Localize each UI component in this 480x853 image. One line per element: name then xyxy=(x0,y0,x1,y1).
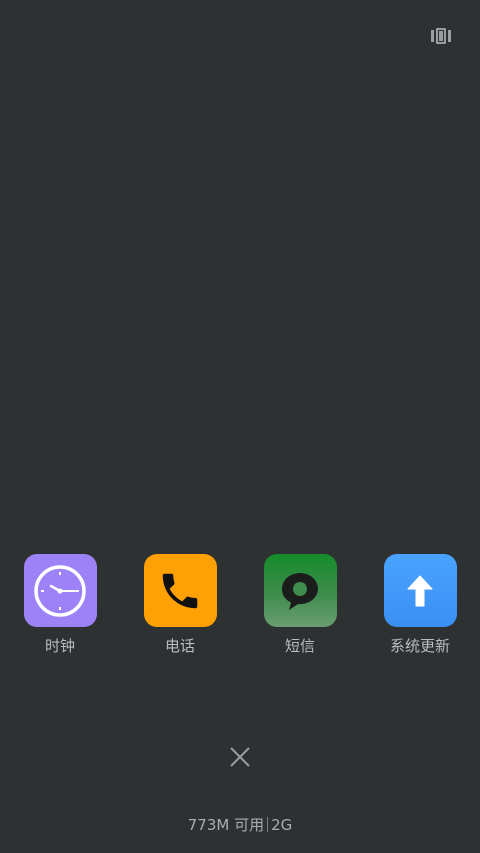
memory-total: 2G xyxy=(271,816,293,834)
task-manager-button[interactable] xyxy=(430,28,452,48)
app-phone[interactable]: 电话 xyxy=(120,554,240,664)
app-label: 电话 xyxy=(164,637,195,655)
status-divider xyxy=(267,817,269,832)
app-clock[interactable]: 时钟 xyxy=(0,554,120,664)
memory-status: 773M 可用 2G xyxy=(0,815,480,835)
app-label: 短信 xyxy=(284,637,315,655)
phone-icon xyxy=(143,554,217,627)
task-manager-icon xyxy=(431,28,451,48)
app-sms[interactable]: 短信 xyxy=(240,554,360,664)
up-arrow-icon xyxy=(383,554,457,627)
recent-apps-row: 时钟 电话 短信 系统更新 xyxy=(0,554,480,664)
clock-icon xyxy=(23,554,97,627)
app-label: 时钟 xyxy=(44,637,75,655)
close-icon xyxy=(229,746,251,772)
memory-available: 773M 可用 xyxy=(187,816,265,834)
message-bubble-icon xyxy=(263,554,337,627)
app-system-update[interactable]: 系统更新 xyxy=(360,554,480,664)
app-label: 系统更新 xyxy=(389,637,450,655)
close-all-button[interactable] xyxy=(226,745,254,773)
